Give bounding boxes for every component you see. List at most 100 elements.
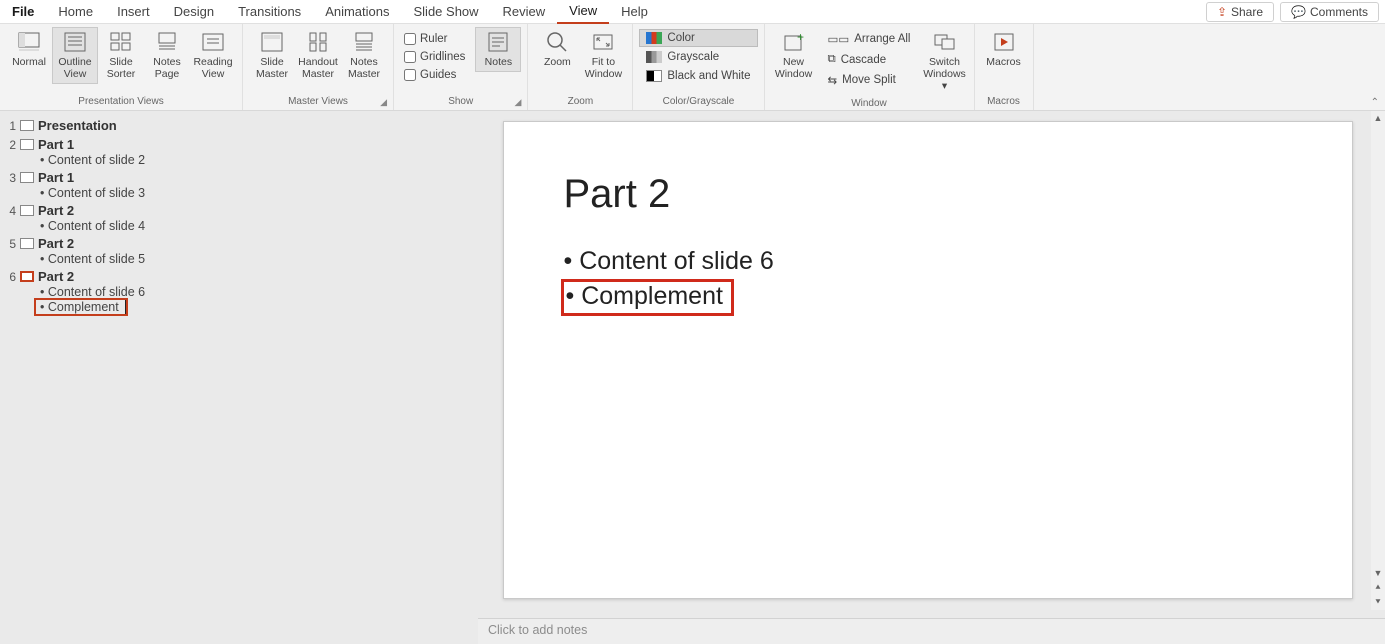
prev-slide-icon[interactable]: ⯅	[1372, 580, 1383, 595]
slide-bullet[interactable]: • Complement	[564, 282, 731, 313]
notes-button[interactable]: Notes	[475, 27, 521, 72]
notes-master-icon	[353, 31, 375, 53]
zoom-icon	[546, 31, 568, 53]
vertical-scrollbar[interactable]: ▲ ▼ ⯅ ⯆	[1371, 111, 1385, 610]
slide-body[interactable]: • Content of slide 6 • Complement	[564, 247, 1292, 319]
outline-slide[interactable]: 1Presentation	[6, 117, 478, 134]
switch-windows-button[interactable]: Switch Windows ▾	[922, 27, 968, 96]
notes-input[interactable]: Click to add notes	[478, 618, 1385, 644]
notes-page-button[interactable]: Notes Page	[144, 27, 190, 84]
arrange-all-button[interactable]: ▭▭Arrange All	[821, 29, 918, 49]
handout-master-button[interactable]: Handout Master	[295, 27, 341, 84]
tab-bar: File Home Insert Design Transitions Anim…	[0, 0, 1385, 24]
ruler-checkbox[interactable]: Ruler	[400, 31, 469, 47]
grayscale-button[interactable]: Grayscale	[639, 48, 757, 66]
tab-help[interactable]: Help	[609, 0, 660, 23]
outline-view-button[interactable]: Outline View	[52, 27, 98, 84]
split-icon: ⇆	[828, 73, 838, 87]
group-macros: Macros Macros	[975, 24, 1034, 110]
outline-slide[interactable]: 6Part 2• Content of slide 6• Complement	[6, 268, 478, 314]
notes-icon	[487, 31, 509, 53]
zoom-button[interactable]: Zoom	[534, 27, 580, 72]
gridlines-checkbox[interactable]: Gridlines	[400, 49, 469, 65]
next-slide-icon[interactable]: ⯆	[1372, 595, 1383, 610]
group-label-zoom: Zoom	[534, 94, 626, 110]
tab-file[interactable]: File	[0, 0, 46, 23]
slide-thumb-icon[interactable]	[20, 120, 34, 131]
collapse-ribbon-icon[interactable]: ⌃	[1371, 97, 1379, 108]
slide-number: 3	[6, 171, 16, 185]
slide-thumb-icon[interactable]	[20, 139, 34, 150]
slide-number: 2	[6, 138, 16, 152]
slide-sorter-button[interactable]: Slide Sorter	[98, 27, 144, 84]
outline-title[interactable]: Part 2	[38, 203, 74, 218]
fit-window-icon	[592, 31, 614, 53]
outline-bullet[interactable]: • Content of slide 2	[6, 153, 478, 167]
slide-thumb-icon[interactable]	[20, 205, 34, 216]
comment-icon: 💬	[1291, 5, 1306, 19]
share-button[interactable]: ⇪ Share	[1206, 2, 1274, 22]
slide-bullet[interactable]: • Content of slide 6	[564, 247, 1292, 276]
outline-title[interactable]: Part 2	[38, 269, 74, 284]
macros-icon	[993, 31, 1015, 53]
workspace: 1Presentation2Part 1• Content of slide 2…	[0, 111, 1385, 644]
slide-number: 5	[6, 237, 16, 251]
outline-slide[interactable]: 4Part 2• Content of slide 4	[6, 202, 478, 233]
outline-slide[interactable]: 3 Part 1• Content of slide 3	[6, 169, 478, 200]
tab-animations[interactable]: Animations	[313, 0, 401, 23]
tab-design[interactable]: Design	[162, 0, 226, 23]
slide-thumb-icon[interactable]	[20, 172, 34, 183]
tab-review[interactable]: Review	[491, 0, 558, 23]
switch-windows-icon	[934, 31, 956, 53]
scroll-up-icon[interactable]: ▲	[1372, 111, 1385, 125]
normal-view-button[interactable]: Normal	[6, 27, 52, 72]
tab-slide-show[interactable]: Slide Show	[402, 0, 491, 23]
black-white-button[interactable]: Black and White	[639, 67, 757, 85]
comments-label: Comments	[1310, 5, 1368, 19]
macros-button[interactable]: Macros	[981, 27, 1027, 72]
outline-bullet[interactable]: • Content of slide 4	[6, 219, 478, 233]
slide-thumb-icon[interactable]	[20, 238, 34, 249]
outline-slide[interactable]: 2 Part 1• Content of slide 2	[6, 136, 478, 167]
guides-checkbox[interactable]: Guides	[400, 67, 469, 83]
color-button[interactable]: Color	[639, 29, 757, 47]
grayscale-swatch-icon	[646, 51, 662, 63]
outline-title[interactable]: Part 1	[38, 137, 74, 152]
outline-slide[interactable]: 5 Part 2• Content of slide 5	[6, 235, 478, 266]
outline-title[interactable]: Part 2	[38, 236, 74, 251]
outline-pane[interactable]: 1Presentation2Part 1• Content of slide 2…	[0, 111, 478, 644]
slide-master-button[interactable]: Slide Master	[249, 27, 295, 84]
outline-bullet[interactable]: • Content of slide 5	[6, 252, 478, 266]
master-views-launcher-icon[interactable]: ◢	[380, 97, 387, 108]
reading-view-button[interactable]: Reading View	[190, 27, 236, 84]
group-label-show: Show◢	[400, 94, 521, 110]
notes-master-button[interactable]: Notes Master	[341, 27, 387, 84]
cascade-button[interactable]: ⧉Cascade	[821, 50, 918, 69]
slide-title[interactable]: Part 2	[564, 172, 1292, 217]
normal-view-icon	[18, 31, 40, 53]
slide-thumb-icon[interactable]	[20, 271, 34, 282]
outline-bullet[interactable]: • Content of slide 6	[6, 285, 478, 299]
tab-transitions[interactable]: Transitions	[226, 0, 313, 23]
outline-title[interactable]: Part 1	[38, 170, 74, 185]
move-split-button[interactable]: ⇆Move Split	[821, 70, 918, 90]
reading-view-icon	[202, 31, 224, 53]
outline-bullet[interactable]: • Complement	[36, 300, 126, 314]
slide-canvas[interactable]: Part 2 • Content of slide 6 • Complement	[503, 121, 1353, 599]
group-label-master-views: Master Views◢	[249, 94, 387, 110]
tab-home[interactable]: Home	[46, 0, 105, 23]
svg-text:+: +	[797, 32, 804, 44]
handout-master-icon	[307, 31, 329, 53]
comments-button[interactable]: 💬 Comments	[1280, 2, 1379, 22]
fit-to-window-button[interactable]: Fit to Window	[580, 27, 626, 84]
scroll-down-icon[interactable]: ▼	[1372, 566, 1385, 580]
group-label-color: Color/Grayscale	[639, 94, 757, 110]
new-window-button[interactable]: + New Window	[771, 27, 817, 84]
outline-view-icon	[64, 31, 86, 53]
outline-title[interactable]: Presentation	[38, 118, 117, 133]
tab-view[interactable]: View	[557, 0, 609, 25]
outline-bullet[interactable]: • Content of slide 3	[6, 186, 478, 200]
show-launcher-icon[interactable]: ◢	[514, 97, 521, 108]
slide-area: Part 2 • Content of slide 6• Complement …	[478, 111, 1385, 644]
tab-insert[interactable]: Insert	[105, 0, 162, 23]
